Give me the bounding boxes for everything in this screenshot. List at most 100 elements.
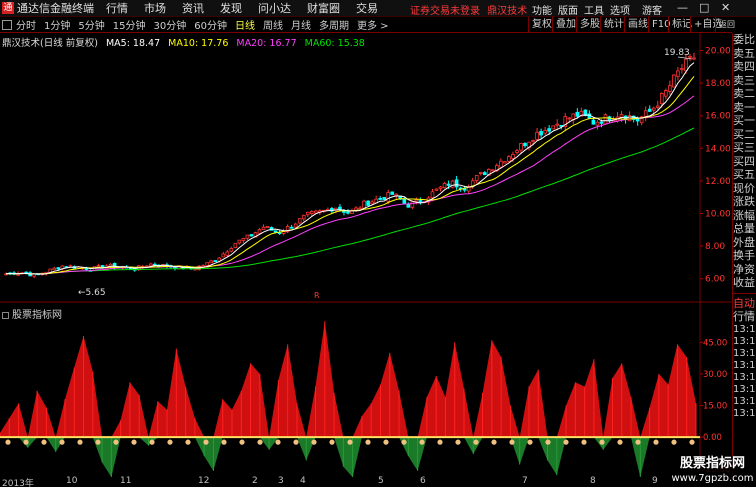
candle-body [655, 105, 660, 108]
quote-field-label[interactable]: 总量 [733, 222, 756, 236]
candle-body [52, 267, 57, 271]
close-icon[interactable]: ✕ [721, 1, 730, 14]
quote-field-label[interactable]: 卖二 [733, 87, 756, 101]
menu-gongneng[interactable]: 功能 [532, 2, 552, 17]
watermark-title: 股票指标网 [679, 456, 745, 471]
quote-field-label[interactable]: 委比 [733, 33, 756, 47]
signal-marker-icon [167, 439, 173, 445]
menu-hangqing[interactable]: 行情 [106, 0, 128, 16]
price-chart[interactable]: 20.00 18.00 16.00 14.00 12.00 10.00 8.00 6.00 19… [0, 33, 732, 303]
signal-marker-icon [329, 439, 335, 445]
quote-field-label[interactable]: 买五 [733, 168, 756, 182]
quote-field-label[interactable]: 买三 [733, 141, 756, 155]
candle-body [575, 111, 580, 117]
quote-field-label[interactable]: 买一 [733, 114, 756, 128]
period-weekly[interactable]: 周线 [263, 17, 283, 32]
candle-body [390, 191, 395, 195]
indicator-chart[interactable]: 45.0030.0015.000.00-15.00 [0, 303, 732, 477]
menu-faxian[interactable]: 发现 [220, 0, 242, 16]
stats-button[interactable]: 统计 [600, 17, 627, 33]
signal-marker-icon [5, 439, 11, 445]
overlay-button[interactable]: 叠加 [552, 17, 579, 33]
candle-body [265, 225, 270, 229]
quote-field-label[interactable]: 涨幅 [733, 209, 756, 223]
quote-field-label[interactable]: 收益 [733, 276, 756, 290]
candle-body [410, 201, 415, 208]
signal-marker-icon [455, 439, 461, 445]
quote-field-label[interactable]: 现价 [733, 182, 756, 196]
period-multi[interactable]: 多周期 [319, 17, 349, 32]
quote-field-label[interactable]: 卖一 [733, 101, 756, 115]
menu-xuanxiang[interactable]: 选项 [610, 2, 630, 17]
candle-body [237, 239, 242, 244]
ma60-label: MA60: 15.38 [304, 38, 365, 49]
period-60min[interactable]: 60分钟 [194, 17, 227, 32]
period-fenshi[interactable]: 分时 [16, 17, 36, 32]
date-axis-label: 3 [278, 476, 284, 486]
signal-marker-icon [581, 439, 587, 445]
candle-body [289, 226, 294, 229]
period-more[interactable]: 更多 > [357, 17, 389, 32]
ma-legend: 鼎汉技术(日线 前复权) MA5: 18.47 MA10: 17.76 MA20… [2, 35, 370, 49]
tick-time: 13:1 [733, 359, 756, 371]
maximize-icon[interactable]: □ [699, 1, 709, 14]
multi-stock-button[interactable]: 多股 [576, 17, 603, 33]
quote-field-label[interactable]: 卖四 [733, 60, 756, 74]
menu-caifuquan[interactable]: 财富圈 [307, 0, 340, 16]
menu-banmian[interactable]: 版面 [558, 2, 578, 17]
candle-body [261, 226, 266, 230]
candle-body [595, 121, 600, 126]
period-15min[interactable]: 15分钟 [113, 17, 146, 32]
tick-time: 13:1 [733, 335, 756, 347]
candle-body [362, 200, 366, 209]
menu-jiaoyi[interactable]: 交易 [356, 0, 378, 16]
quote-field-label[interactable]: 外盘 [733, 236, 756, 250]
back-button[interactable]: 返回 [715, 17, 738, 33]
signal-marker-icon [23, 439, 29, 445]
tick-header-label: 行情 [733, 310, 755, 323]
candle-body [241, 238, 246, 241]
menu-wenxiaoda[interactable]: 问小达 [258, 0, 291, 16]
candle-body [551, 125, 555, 130]
signal-marker-icon [311, 439, 317, 445]
candle-body [378, 197, 382, 200]
menu-gongju[interactable]: 工具 [584, 2, 604, 17]
draw-line-button[interactable]: 画线 [624, 17, 651, 33]
tick-time: 13:1 [733, 395, 756, 407]
minimize-icon[interactable]: — [677, 1, 688, 14]
period-1min[interactable]: 1分钟 [44, 17, 70, 32]
price-tick-label: 20.00 [705, 47, 731, 57]
candle-body [567, 117, 572, 120]
period-monthly[interactable]: 月线 [291, 17, 311, 32]
menu-shichang[interactable]: 市场 [144, 0, 166, 16]
menu-zixun[interactable]: 资讯 [182, 0, 204, 16]
quote-field-label[interactable]: 买二 [733, 128, 756, 142]
ma5-line [5, 62, 695, 275]
tick-time: 13:1 [733, 347, 756, 359]
quote-field-label[interactable]: 买四 [733, 155, 756, 169]
quote-field-label[interactable]: 卖五 [733, 47, 756, 61]
period-30min[interactable]: 30分钟 [153, 17, 186, 32]
candle-body [543, 130, 547, 134]
candle-body [499, 160, 503, 168]
restore-rights-button[interactable]: 复权 [528, 17, 555, 33]
signal-marker-icon [617, 439, 623, 445]
quote-field-label[interactable]: 净资 [733, 263, 756, 277]
candle-body [531, 140, 535, 142]
date-axis-label: 2013年 [2, 479, 34, 487]
quote-field-label[interactable]: 卖三 [733, 74, 756, 88]
quote-field-label[interactable]: 换手 [733, 249, 756, 263]
trade-login-notice[interactable]: 证券交易未登录 [410, 6, 480, 17]
menu-youke[interactable]: 游客 [642, 2, 662, 17]
period-5min[interactable]: 5分钟 [78, 17, 104, 32]
indicator-settings-icon[interactable] [2, 311, 9, 319]
signal-marker-icon [59, 439, 65, 445]
signal-marker-icon [599, 439, 605, 445]
period-daily[interactable]: 日线 [235, 17, 255, 32]
auto-label[interactable]: 自动 [733, 297, 756, 311]
candle-body [659, 93, 664, 105]
quote-field-label[interactable]: 涨跌 [733, 195, 756, 209]
layout-toggle-icon[interactable] [2, 19, 12, 30]
candle-body [434, 188, 439, 191]
candle-body [599, 121, 604, 124]
